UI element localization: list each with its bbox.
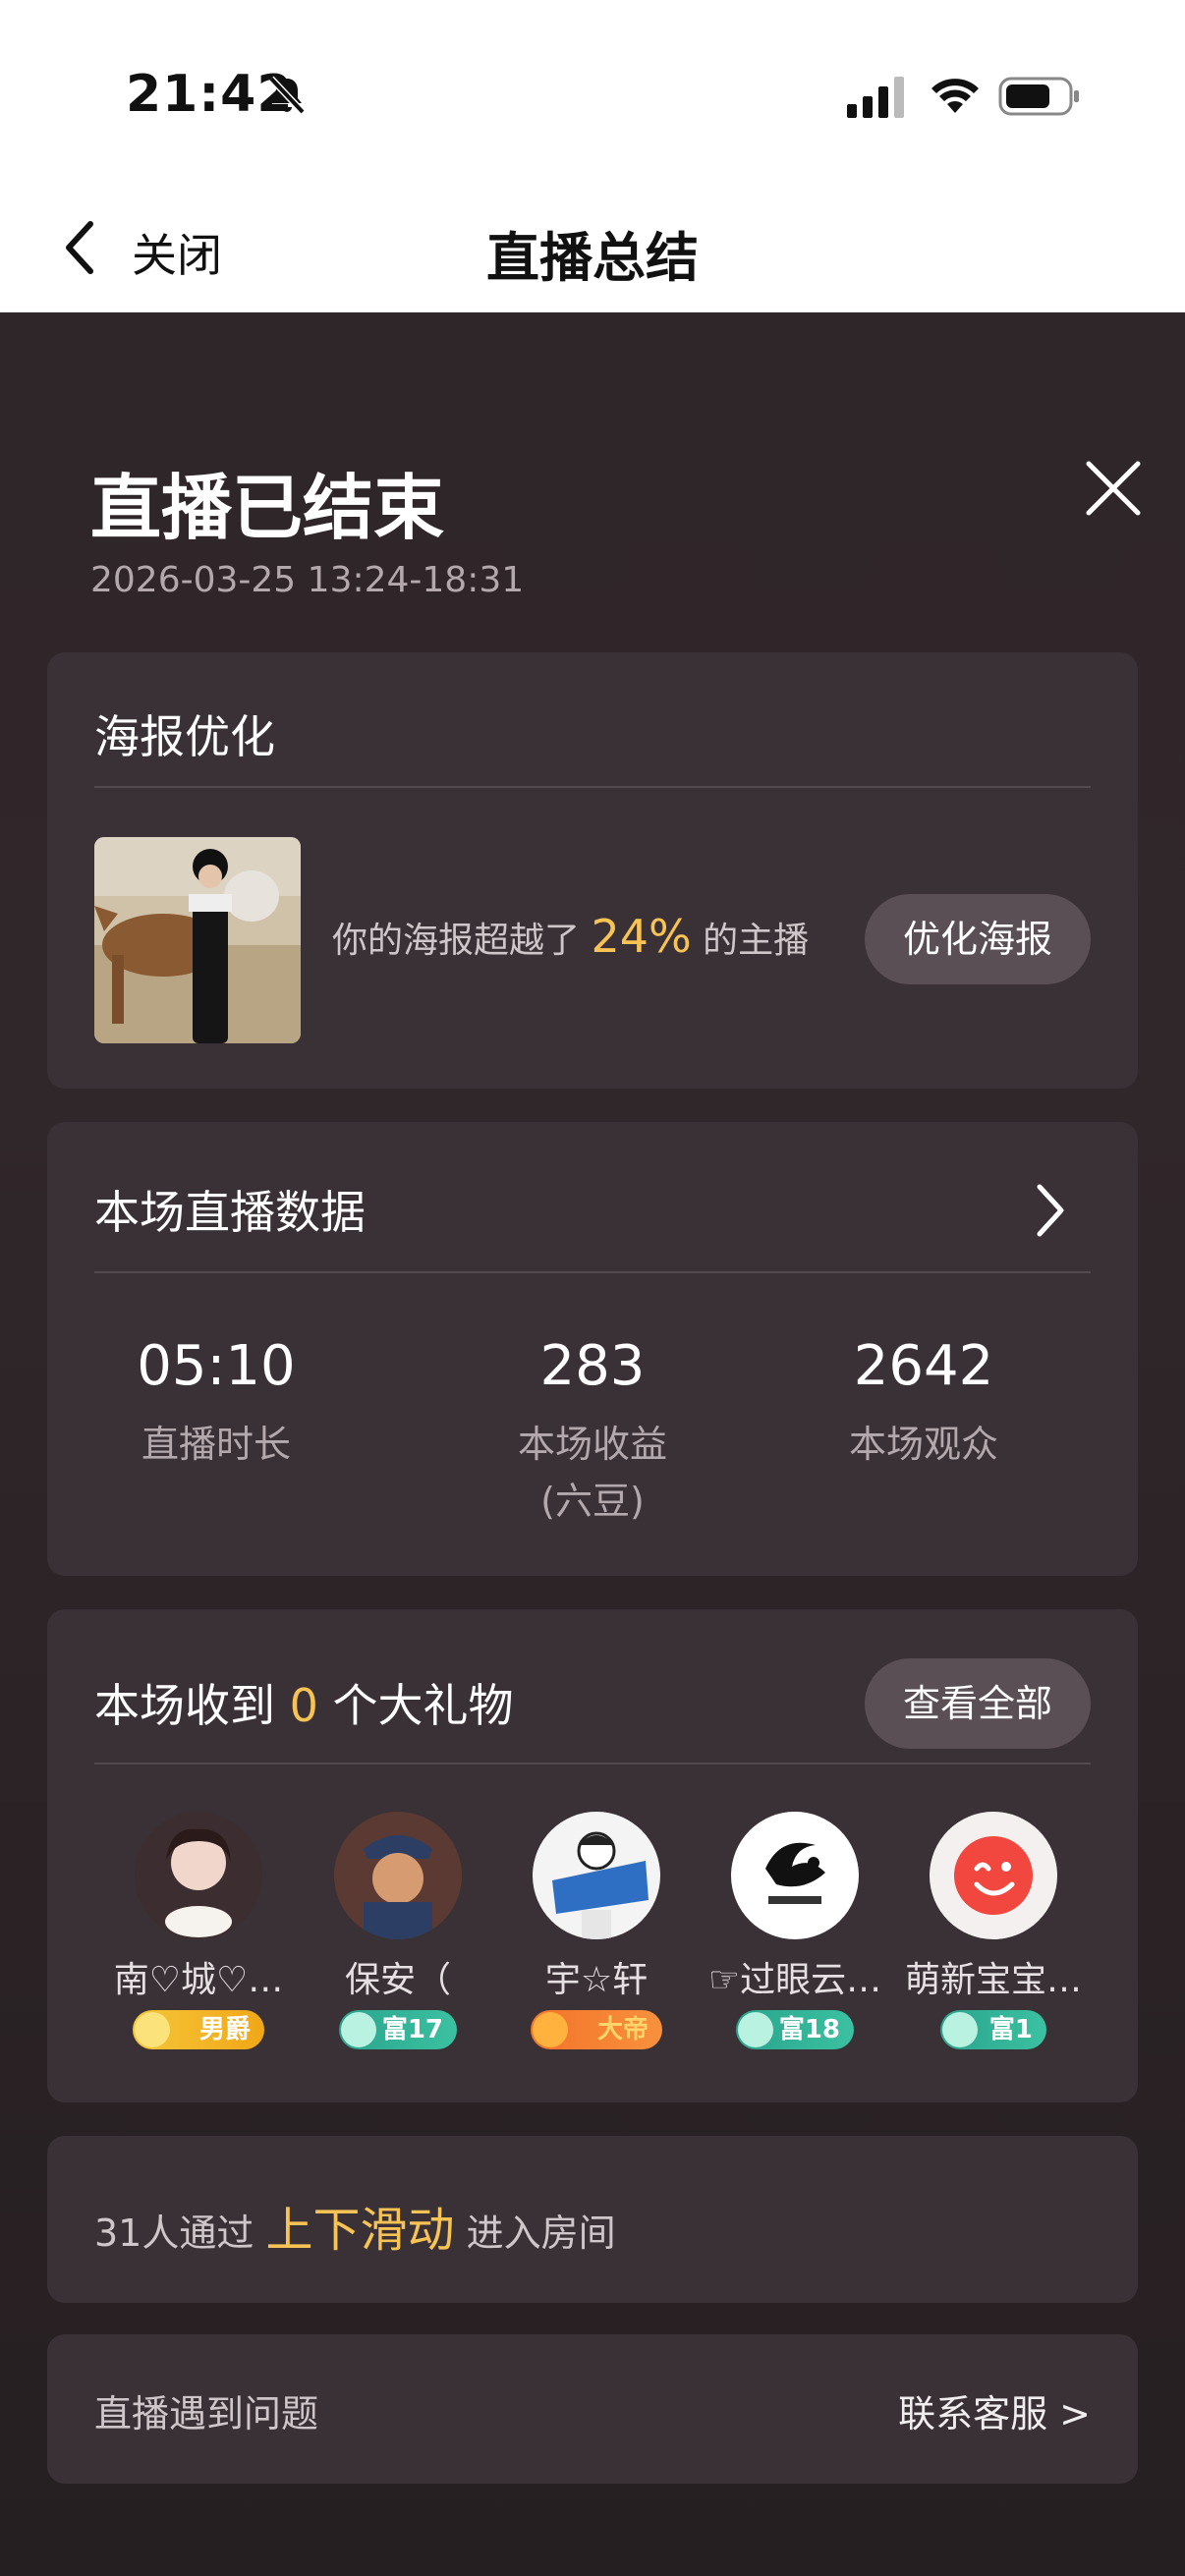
gift-user[interactable]: 保安（ 富17 <box>305 1812 491 2049</box>
divider <box>94 1271 1091 1273</box>
gift-user[interactable]: ☞过眼云… 富18 <box>702 1812 888 2049</box>
contact-service-link[interactable]: 联系客服 > <box>898 2383 1091 2437</box>
gift-user[interactable]: 南♡城♡… 男爵 <box>105 1812 292 2049</box>
optimize-poster-button[interactable]: 优化海报 <box>865 894 1091 984</box>
user-name: 萌新宝宝… <box>904 1960 1082 2000</box>
stat-label: 直播时长 <box>141 1423 291 1466</box>
live-ended-title: 直播已结束 <box>90 467 445 549</box>
gifts-title: 本场收到 0 个大礼物 <box>94 1679 514 1732</box>
poster-card-title: 海报优化 <box>94 710 275 763</box>
stat-value: 05:10 <box>137 1334 296 1398</box>
rich-badge-icon <box>942 2012 978 2047</box>
rich-badge-icon <box>341 2012 376 2047</box>
live-time-range: 2026-03-25 13:24-18:31 <box>90 560 525 600</box>
stat-value: 283 <box>539 1334 646 1398</box>
view-all-button[interactable]: 查看全部 <box>865 1658 1091 1749</box>
emperor-badge-icon <box>533 2012 568 2047</box>
chevron-right-icon[interactable] <box>1030 1181 1069 1240</box>
user-name: 宇☆轩 <box>544 1960 649 2000</box>
avatar <box>731 1812 859 1939</box>
close-icon[interactable] <box>1083 458 1144 519</box>
gift-user[interactable]: 萌新宝宝… 富1 <box>900 1812 1087 2049</box>
stat-earnings: 283 本场收益 (六豆) <box>425 1334 760 1530</box>
level-badge: 男爵 <box>133 2010 264 2049</box>
poster-optimization-card: 海报优化 你的海报超越了 24% 的主播 优化海报 <box>47 652 1138 1089</box>
user-name: 南♡城♡… <box>113 1960 284 2000</box>
summary-content: 直播已结束 2026-03-25 13:24-18:31 海报优化 你的海报超越… <box>0 312 1185 2576</box>
avatar <box>135 1812 262 1939</box>
live-problem-card[interactable]: 直播遇到问题 联系客服 > <box>47 2334 1138 2484</box>
poster-rank-text: 你的海报超越了 24% 的主播 <box>332 910 810 963</box>
top-bar: 21:42 关闭 直播总结 <box>0 0 1185 312</box>
gift-count: 0 <box>289 1679 318 1732</box>
avatar <box>930 1812 1057 1939</box>
page-title: 直播总结 <box>486 227 699 289</box>
level-badge: 富1 <box>940 2010 1046 2049</box>
battery-icon <box>998 77 1079 116</box>
live-data-card[interactable]: 本场直播数据 05:10 直播时长 283 本场收益 (六豆) 2642 本场观… <box>47 1122 1138 1576</box>
poster-thumbnail <box>94 837 301 1043</box>
gift-user[interactable]: 宇☆轩 大帝 <box>503 1812 690 2049</box>
divider <box>94 786 1091 788</box>
stat-value: 2642 <box>853 1334 994 1398</box>
swipe-highlight: 上下滑动 <box>265 2203 455 2258</box>
swipe-entry-card: 31人通过 上下滑动 进入房间 <box>47 2136 1138 2303</box>
cellular-signal-icon <box>847 77 904 118</box>
live-data-title: 本场直播数据 <box>94 1186 366 1239</box>
stat-audience: 2642 本场观众 <box>757 1334 1091 1473</box>
big-gifts-card: 本场收到 0 个大礼物 查看全部 南♡城♡… 男爵 保安（ 富17 宇☆轩 大帝… <box>47 1609 1138 2102</box>
swipe-entry-text: 31人通过 上下滑动 进入房间 <box>94 2203 616 2258</box>
stat-label: 本场收益 (六豆) <box>517 1423 667 1523</box>
baron-badge-icon <box>135 2012 170 2047</box>
user-name: 保安（ <box>344 1960 451 2000</box>
avatar <box>334 1812 462 1939</box>
rich-badge-icon <box>738 2012 773 2047</box>
problem-text: 直播遇到问题 <box>94 2392 319 2436</box>
level-badge: 富18 <box>736 2010 854 2049</box>
wifi-icon <box>931 79 979 113</box>
bell-off-icon <box>268 76 306 115</box>
level-badge: 大帝 <box>531 2010 662 2049</box>
divider <box>94 1763 1091 1764</box>
user-name: ☞过眼云… <box>707 1960 882 2000</box>
stat-duration: 05:10 直播时长 <box>49 1334 383 1473</box>
level-badge: 富17 <box>339 2010 457 2049</box>
avatar <box>533 1812 660 1939</box>
stat-label: 本场观众 <box>848 1423 998 1466</box>
poster-percent: 24% <box>591 910 692 963</box>
